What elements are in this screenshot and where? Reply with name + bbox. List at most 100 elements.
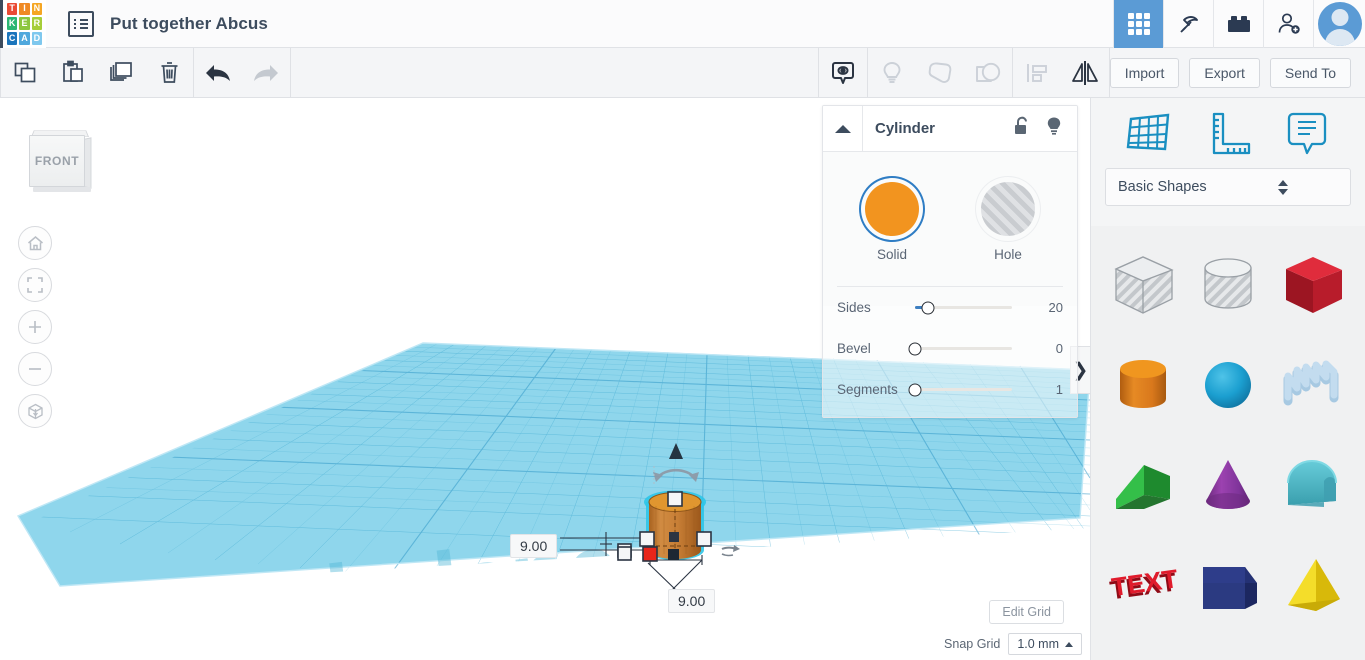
shape-category-value: Basic Shapes (1118, 179, 1207, 195)
dimension-label-width[interactable]: 9.00 (510, 534, 558, 558)
mirror-flip-icon[interactable] (1061, 48, 1109, 98)
shape-box-hole[interactable] (1101, 234, 1186, 334)
logo-tile-e: E (19, 17, 30, 30)
export-button[interactable]: Export (1189, 57, 1260, 88)
hole-swatch (981, 182, 1035, 236)
visibility-eye-icon[interactable] (819, 48, 867, 98)
paste-icon[interactable] (49, 48, 97, 98)
shape-sphere[interactable] (1186, 334, 1271, 434)
zoom-out-icon[interactable] (18, 352, 52, 386)
top-bar-actions (1113, 0, 1365, 48)
snap-grid-label: Snap Grid (944, 637, 1001, 651)
shape-box[interactable] (1270, 234, 1355, 334)
shape-cylinder-hole[interactable] (1186, 234, 1271, 334)
sides-label: Sides (837, 300, 871, 315)
codeblocks-pickaxe-icon[interactable] (1163, 0, 1213, 48)
shape-polygon[interactable] (1186, 534, 1271, 634)
add-person-icon[interactable] (1263, 0, 1313, 48)
active-resize-handle (642, 546, 658, 562)
shape-roof[interactable] (1101, 434, 1186, 534)
avatar[interactable] (1317, 2, 1362, 46)
workplane-grid-icon[interactable] (1121, 108, 1177, 158)
copy-icon[interactable] (1, 48, 49, 98)
edit-grid-button[interactable]: Edit Grid (989, 600, 1064, 624)
lightbulb-icon[interactable] (1045, 116, 1063, 142)
solid-hole-toggle: Solid Hole (823, 174, 1077, 262)
shapes-grid: TEXT TEXT (1091, 226, 1365, 660)
duplicate-icon[interactable] (97, 48, 145, 98)
chevron-updown-icon (1228, 179, 1338, 195)
shape-panel-title: Cylinder (875, 120, 936, 137)
segments-slider-track[interactable] (908, 383, 1012, 396)
segments-value[interactable]: 1 (1056, 382, 1063, 397)
lightbulb-icon[interactable] (868, 48, 916, 98)
redo-arrow-icon[interactable] (242, 48, 290, 98)
logo-tile-i: I (19, 2, 30, 16)
shape-panel-header: Cylinder (823, 106, 1077, 152)
bevel-slider-track[interactable] (908, 342, 1012, 355)
dimension-label-depth[interactable]: 9.00 (668, 589, 716, 613)
page-title: Put together Abcus (110, 13, 268, 33)
ruler-icon[interactable] (1200, 108, 1256, 158)
bevel-slider-knob[interactable] (908, 342, 922, 355)
solid-option[interactable]: Solid (865, 182, 919, 262)
group-icon[interactable] (916, 48, 964, 98)
main-toolbar: Import Export Send To (0, 47, 1365, 98)
fit-to-view-icon[interactable] (18, 268, 52, 302)
bevel-label: Bevel (837, 341, 871, 356)
caret-up-icon (1065, 641, 1073, 647)
segments-label: Segments (837, 382, 898, 397)
bevel-value[interactable]: 0 (1056, 341, 1063, 356)
shape-cylinder[interactable] (1101, 334, 1186, 434)
logo-tile-d: D (31, 31, 42, 45)
rotate-handle-xy (721, 545, 740, 557)
lego-brick-icon[interactable] (1213, 0, 1263, 48)
delete-trash-icon[interactable] (145, 48, 193, 98)
shape-scribble[interactable] (1270, 334, 1355, 434)
hole-label: Hole (994, 247, 1022, 262)
shape-cone[interactable] (1186, 434, 1271, 534)
shape-category-select[interactable]: Basic Shapes (1105, 168, 1351, 206)
slider-row-bevel: Bevel 0 (823, 328, 1077, 369)
ungroup-icon[interactable] (964, 48, 1012, 98)
navigation-controls (18, 226, 52, 428)
snap-grid-value: 1.0 mm (1017, 637, 1059, 651)
align-icon[interactable] (1013, 48, 1061, 98)
segments-slider-knob[interactable] (908, 383, 922, 396)
shape-pyramid[interactable] (1270, 534, 1355, 634)
list-document-icon[interactable] (68, 10, 94, 37)
view-cube-front-face[interactable]: FRONT (29, 135, 85, 187)
tinkercad-app: T I N K E R C A D Put together Abcus Imp… (0, 0, 1365, 660)
logo-tile-a: A (19, 31, 30, 45)
import-button[interactable]: Import (1109, 57, 1180, 88)
solid-label: Solid (876, 247, 908, 262)
logo-tile-n: N (31, 2, 42, 16)
zoom-in-icon[interactable] (18, 310, 52, 344)
toolbar-actions: Import Export Send To (1109, 57, 1365, 88)
collapse-triangle-icon[interactable] (823, 106, 863, 152)
hole-option[interactable]: Hole (981, 182, 1035, 262)
send-to-button[interactable]: Send To (1269, 57, 1351, 88)
shape-panel-body: Solid Hole Sides 20 Bevel 0 Segments 1 (823, 152, 1077, 410)
undo-arrow-icon[interactable] (194, 48, 242, 98)
perspective-toggle-icon[interactable] (18, 394, 52, 428)
shape-text[interactable]: TEXT TEXT (1101, 534, 1186, 634)
unlock-icon[interactable] (1013, 116, 1031, 141)
design-gallery-icon[interactable] (1113, 0, 1163, 48)
snap-grid-select[interactable]: 1.0 mm (1008, 633, 1082, 655)
avatar-container (1313, 0, 1365, 48)
sides-slider-knob[interactable] (921, 301, 935, 314)
view-cube[interactable]: FRONT (25, 125, 97, 192)
note-callout-icon[interactable] (1279, 108, 1335, 158)
home-view-icon[interactable] (18, 226, 52, 260)
sides-slider-track[interactable] (915, 301, 1012, 314)
sidebar-tools (1091, 98, 1365, 168)
logo-tile-t: T (7, 2, 18, 16)
shapes-sidebar: Basic Shapes TEXT TEXT (1090, 98, 1365, 660)
shape-round-roof[interactable] (1270, 434, 1355, 534)
sides-value[interactable]: 20 (1049, 300, 1063, 315)
snap-grid-bar: Snap Grid 1.0 mm (944, 633, 1082, 655)
solid-swatch (865, 182, 919, 236)
tinkercad-logo[interactable]: T I N K E R C A D (0, 0, 46, 48)
logo-tile-c: C (7, 31, 18, 45)
